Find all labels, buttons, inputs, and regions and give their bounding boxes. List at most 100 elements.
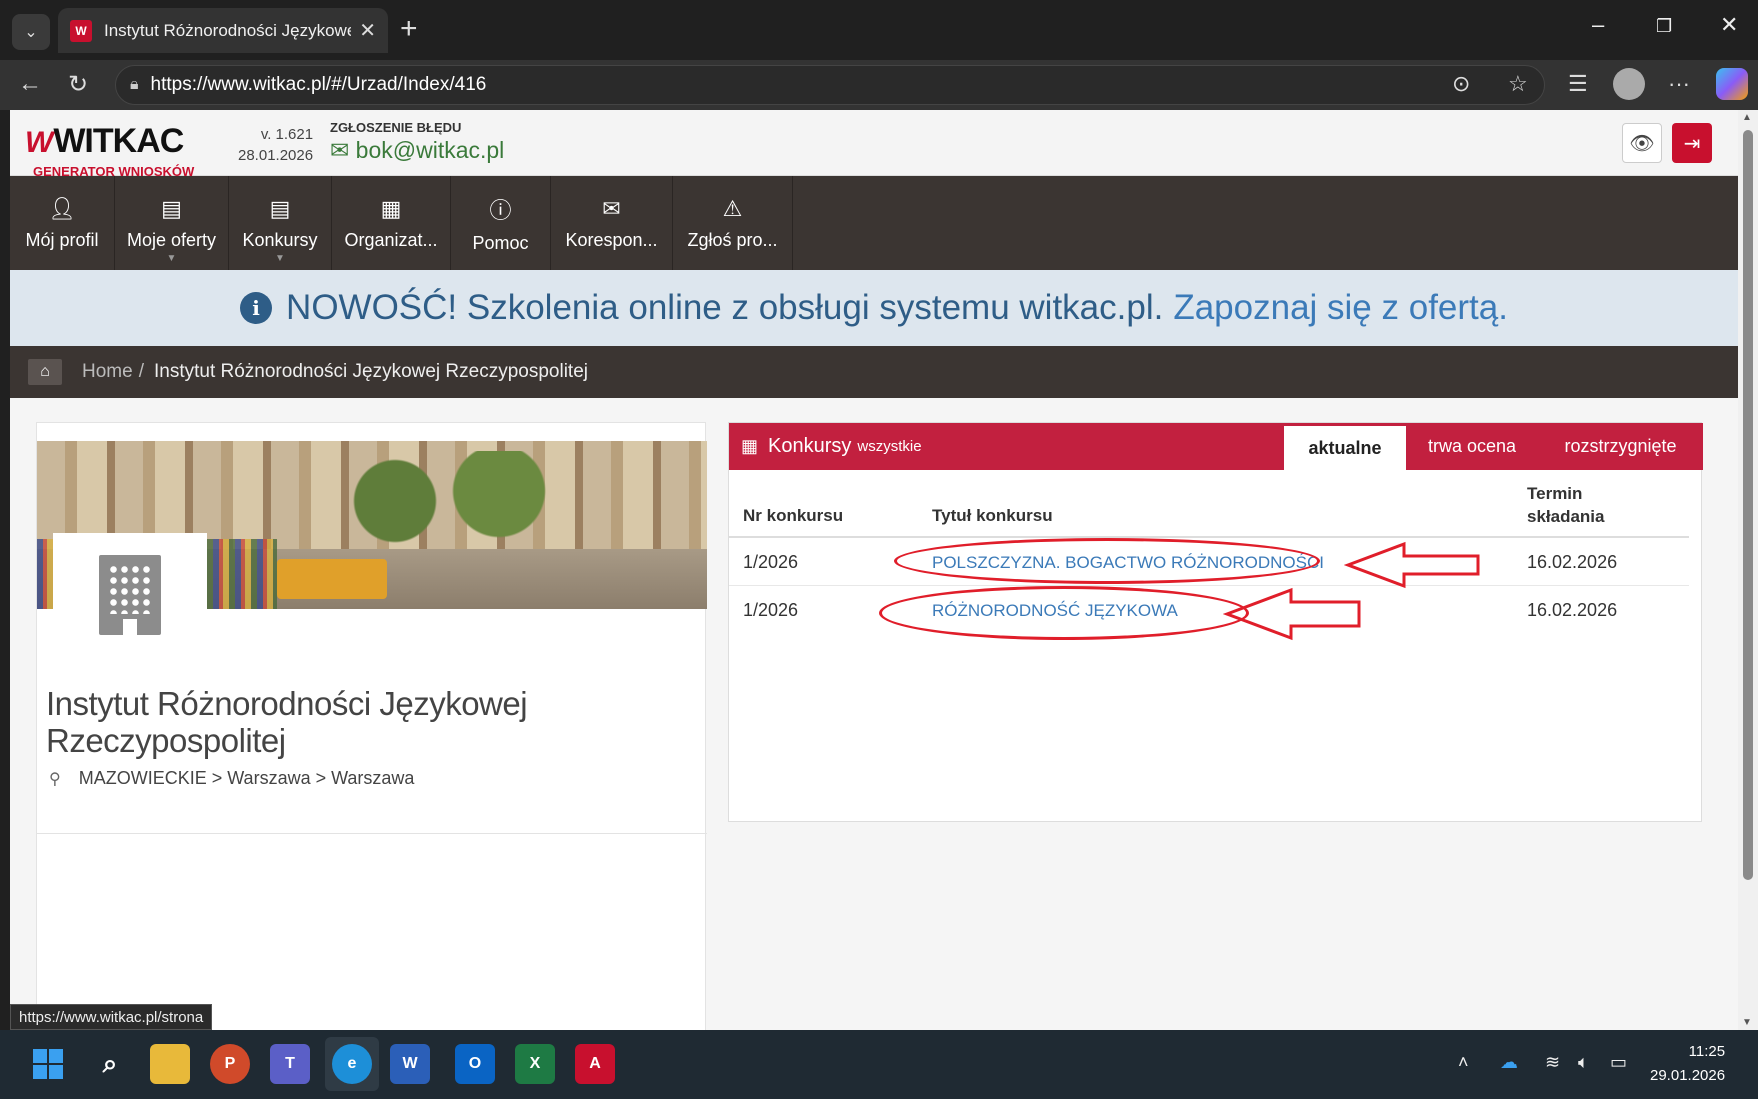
annotation-oval [894,538,1320,584]
tab-current[interactable]: aktualne [1284,423,1406,470]
scroll-up-icon[interactable]: ▲ [1742,112,1752,123]
excel-icon[interactable]: X [515,1044,555,1084]
clock-date: 29.01.2026 [1650,1067,1726,1084]
favorite-star-icon[interactable]: ☆ [1508,71,1528,97]
support-email-link[interactable]: ✉ bok@witkac.pl [330,137,504,164]
column-header-number[interactable]: Nr konkursu [743,506,843,526]
book-icon: ▤ [161,195,182,221]
outlook-icon[interactable]: O [455,1044,495,1084]
scroll-down-icon[interactable]: ▼ [1742,1017,1752,1028]
back-icon[interactable]: ← [18,70,42,98]
breadcrumb-home[interactable]: Home [82,361,133,383]
file-explorer-icon[interactable] [150,1044,190,1084]
support-email: bok@witkac.pl [355,137,505,163]
browser-address-bar: ← ↻ 🔒︎ https://www.witkac.pl/#/Urzad/Ind… [0,60,1758,110]
organization-avatar [53,533,207,657]
contests-header: ▦ Konkursy wszystkie aktualne trwa ocena… [729,423,1703,470]
nav-item-contests[interactable]: ▤ Konkursy ▼ [229,176,332,270]
page-scrollbar[interactable]: ▲ ▼ [1738,110,1758,1030]
edge-icon[interactable]: e [332,1044,372,1084]
tray-chevron-icon[interactable]: ˄ [1458,1052,1469,1073]
system-clock[interactable]: 11:25 29.01.2026 [1650,1040,1725,1088]
restore-icon[interactable]: ❐ [1656,16,1672,37]
windows-start-icon[interactable] [28,1044,68,1084]
caret-down-icon: ▼ [166,253,177,264]
onedrive-icon[interactable]: ☁ [1500,1052,1518,1073]
banner-offer-link[interactable]: Zapoznaj się z ofertą. [1173,288,1508,328]
envelope-icon: ✉ [602,195,621,221]
logout-button[interactable]: ⇥ [1672,123,1712,163]
home-icon[interactable]: ⌂ [28,359,62,385]
site-header: WWITKAC GENERATOR WNIOSKÓW v. 1.621 28.0… [10,110,1738,179]
nav-label: Moje oferty [126,229,217,250]
minimize-icon[interactable]: – [1592,12,1604,38]
tab-title: Instytut Różnorodności Językowej [104,20,352,40]
nav-item-help[interactable]: ⓘ Pomoc [451,176,551,270]
url-input[interactable]: 🔒︎ https://www.witkac.pl/#/Urzad/Index/4… [115,65,1545,105]
eye-icon: 👁︎ [1629,132,1655,155]
logo-text: WITKAC [53,122,184,160]
nav-label: Pomoc [472,232,529,253]
bug-report: ZGŁOSZENIE BŁĘDU ✉ bok@witkac.pl [330,120,504,164]
column-header-title[interactable]: Tytuł konkursu [932,506,1053,526]
contest-number: 1/2026 [743,552,799,572]
main-nav: 👤︎ Mój profil ▤ Moje oferty ▼ ▤ Konkursy… [10,176,1738,270]
favorites-list-icon[interactable]: ☰ [1568,71,1588,97]
table-icon: ▦ [741,436,759,456]
news-banner: i NOWOŚĆ! Szkolenia online z obsługi sys… [10,270,1738,346]
lock-icon: 🔒︎ [130,76,139,93]
book-icon: ▤ [269,195,291,221]
nav-item-organizations[interactable]: ▦ Organizat... [332,176,451,270]
organization-name: Instytut Różnorodności Językowej Rzeczyp… [46,685,528,759]
battery-icon[interactable]: ▭ [1610,1052,1627,1073]
witkac-logo[interactable]: WWITKAC GENERATOR WNIOSKÓW [25,122,194,179]
status-bar-url: https://www.witkac.pl/strona [10,1004,213,1030]
tab-list-button[interactable]: ⌄ [12,14,50,50]
reload-icon[interactable]: ↻ [68,70,88,99]
windows-taskbar: ⌕ P T e W O X A ˄ ☁ ≋ 🔈︎ ▭ 11:25 29.01.2… [0,1030,1758,1099]
tab-resolved[interactable]: rozstrzygnięte [1538,423,1703,470]
warning-icon: ⚠ [722,195,743,221]
column-header-deadline[interactable]: Termin składania [1527,482,1617,528]
new-tab-icon[interactable]: + [400,14,418,44]
browser-tab[interactable]: W Instytut Różnorodności Językowej ✕ [58,8,388,53]
profile-avatar[interactable] [1613,68,1645,100]
screen: ⌄ W Instytut Różnorodności Językowej ✕ +… [0,0,1758,1099]
logo-mark-icon: W [25,126,54,159]
teams-icon[interactable]: T [270,1044,310,1084]
nav-item-report-problem[interactable]: ⚠ Zgłoś pro... [673,176,793,270]
scrollbar-thumb[interactable] [1743,130,1753,880]
word-icon[interactable]: W [390,1044,430,1084]
powerpoint-icon[interactable]: P [210,1044,250,1084]
tab-close-icon[interactable]: ✕ [359,18,376,43]
tab-in-evaluation[interactable]: trwa ocena [1406,423,1538,470]
organization-location: ⚲ MAZOWIECKIE > Warszawa > Warszawa [49,768,414,789]
version-info: v. 1.621 28.01.2026 [238,124,313,166]
nav-item-my-profile[interactable]: 👤︎ Mój profil [10,176,115,270]
page-options-icon[interactable]: ⊙ [1452,71,1470,97]
nav-label: Zgłoś pro... [687,229,778,250]
info-icon: ⓘ [489,197,512,223]
nav-item-my-offers[interactable]: ▤ Moje oferty ▼ [115,176,229,270]
witkac-favicon-icon: W [70,19,92,42]
cover-bus [277,559,387,599]
building-icon [99,555,161,635]
organization-profile-card: Instytut Różnorodności Językowej Rzeczyp… [36,422,707,1030]
more-menu-icon[interactable]: ··· [1668,71,1690,97]
close-window-icon[interactable]: ✕ [1720,12,1738,38]
banner-text: NOWOŚĆ! Szkolenia online z obsługi syste… [286,288,1164,327]
accessibility-eye-button[interactable]: 👁︎ [1622,123,1662,163]
caret-down-icon: ▼ [275,253,285,264]
building-icon: ▦ [380,195,402,221]
volume-icon[interactable]: 🔈︎ [1578,1052,1589,1073]
annotation-oval [879,586,1249,640]
acrobat-icon[interactable]: A [575,1044,615,1084]
wifi-icon[interactable]: ≋ [1545,1052,1560,1073]
contest-deadline: 16.02.2026 [1527,552,1618,572]
browser-tabbar: ⌄ W Instytut Różnorodności Językowej ✕ +… [0,0,1758,60]
search-icon[interactable]: ⌕ [90,1044,130,1084]
nav-label: Organizat... [344,229,438,250]
nav-item-correspondence[interactable]: ✉ Korespon... [551,176,673,270]
clock-time: 11:25 [1688,1043,1726,1060]
copilot-icon[interactable] [1716,68,1748,100]
